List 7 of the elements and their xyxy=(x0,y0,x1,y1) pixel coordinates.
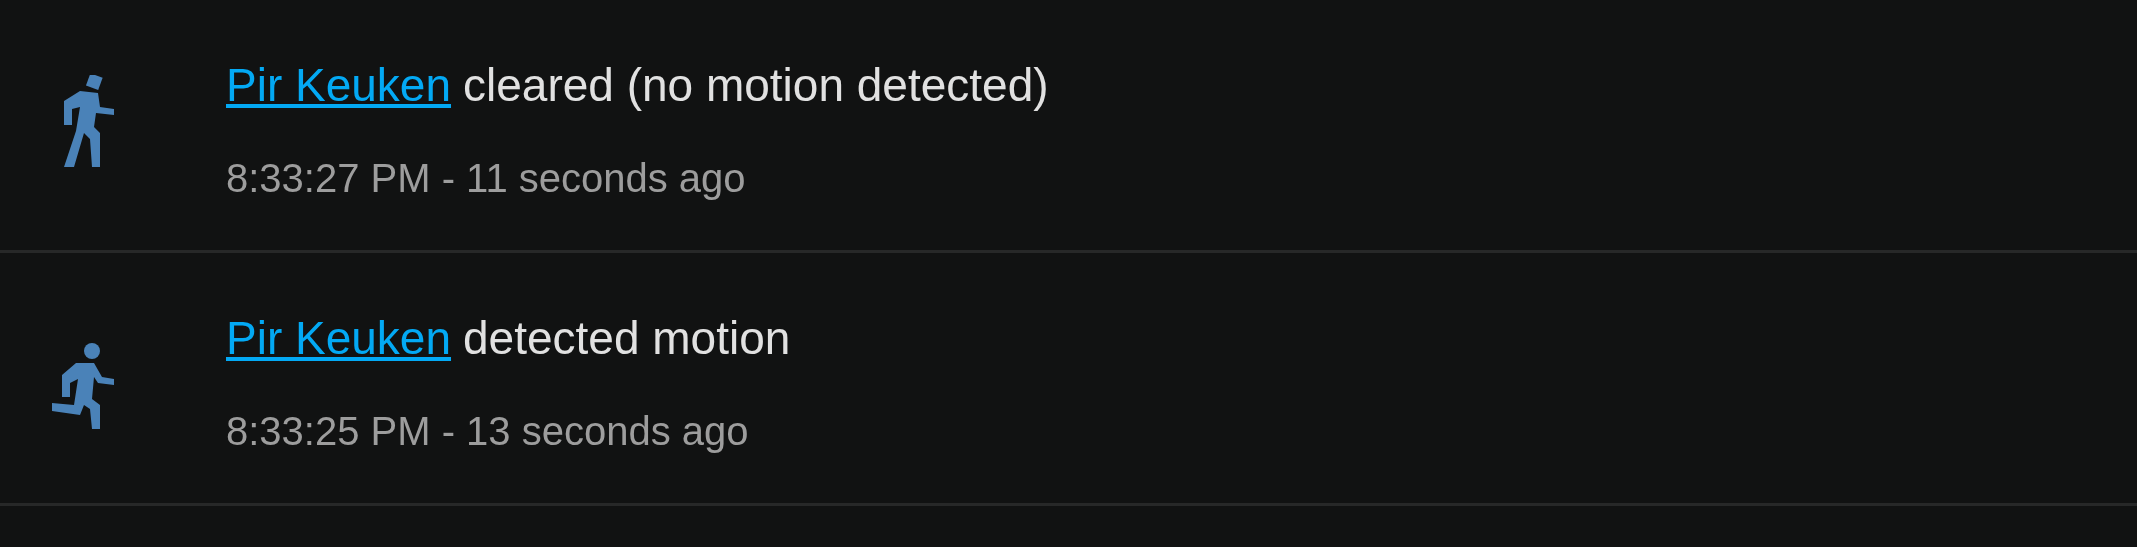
event-time: 8:33:25 PM - 13 seconds ago xyxy=(226,408,749,455)
event-time: 8:33:27 PM - 11 seconds ago xyxy=(226,155,746,202)
event-message: cleared (no motion detected) xyxy=(463,58,1049,113)
event-message: detected motion xyxy=(463,311,791,366)
running-person-icon xyxy=(50,343,116,429)
entity-link[interactable]: Pir Keuken xyxy=(226,55,451,115)
entity-link[interactable]: Pir Keuken xyxy=(226,308,451,368)
